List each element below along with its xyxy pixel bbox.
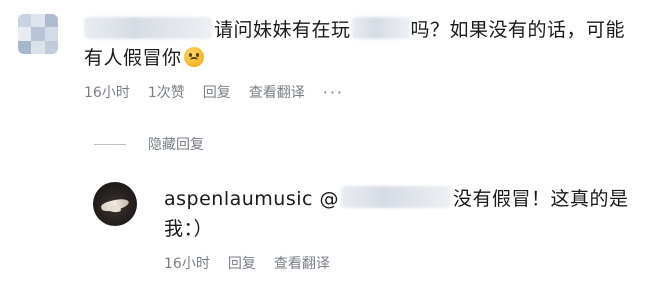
mention-at: @ bbox=[319, 188, 340, 210]
divider-line bbox=[94, 143, 126, 145]
more-options-icon[interactable]: ··· bbox=[323, 83, 344, 102]
comment-time: 16小时 bbox=[84, 85, 130, 101]
reply-translate-button[interactable]: 查看翻译 bbox=[274, 253, 330, 273]
reply-meta: 16小时 回复 查看翻译 bbox=[164, 253, 348, 273]
avatar-pixel-cell bbox=[31, 27, 45, 41]
avatar-pixel-cell bbox=[44, 14, 58, 28]
avatar-pixel-cell bbox=[18, 14, 32, 28]
sad-face-emoji-icon bbox=[183, 47, 204, 67]
blurred-game-name bbox=[351, 17, 410, 39]
commenter-avatar[interactable] bbox=[18, 14, 58, 54]
comment-reply-button[interactable]: 回复 bbox=[203, 82, 231, 102]
avatar-pixel-cell bbox=[44, 40, 58, 54]
blurred-username[interactable] bbox=[84, 17, 212, 39]
reply-reply-button[interactable]: 回复 bbox=[228, 253, 256, 273]
comment-text-part1: 请问妹妹有在玩 bbox=[214, 19, 351, 41]
comment-text: 请问妹妹有在玩 吗？如果没有的话，可能有人假冒你 bbox=[84, 16, 644, 72]
hide-replies-toggle[interactable]: 隐藏回复 bbox=[94, 134, 204, 154]
reply-username[interactable]: aspenlaumusic bbox=[164, 188, 313, 210]
comment-top: 请问妹妹有在玩 吗？如果没有的话，可能有人假冒你 16小时 1次赞 回复 查看翻译… bbox=[0, 0, 660, 115]
avatar-pixel-cell bbox=[18, 27, 32, 41]
avatar-pixel-cell bbox=[31, 40, 45, 54]
blurred-mention[interactable] bbox=[341, 186, 452, 208]
comment-likes[interactable]: 1次赞 bbox=[148, 82, 185, 102]
avatar-pixel-cell bbox=[44, 27, 58, 41]
avatar-pixel-cell bbox=[18, 40, 32, 54]
reply-avatar[interactable] bbox=[93, 182, 137, 226]
comment-meta: 16小时 1次赞 回复 查看翻译 ··· bbox=[84, 82, 362, 102]
hide-replies-label[interactable]: 隐藏回复 bbox=[148, 134, 204, 154]
reply-text: aspenlaumusic @ 没有假冒！这真的是我：） bbox=[164, 184, 644, 244]
reply-time: 16小时 bbox=[164, 256, 210, 272]
comment-translate-button[interactable]: 查看翻译 bbox=[249, 82, 305, 102]
avatar-pixel-cell bbox=[31, 14, 45, 28]
